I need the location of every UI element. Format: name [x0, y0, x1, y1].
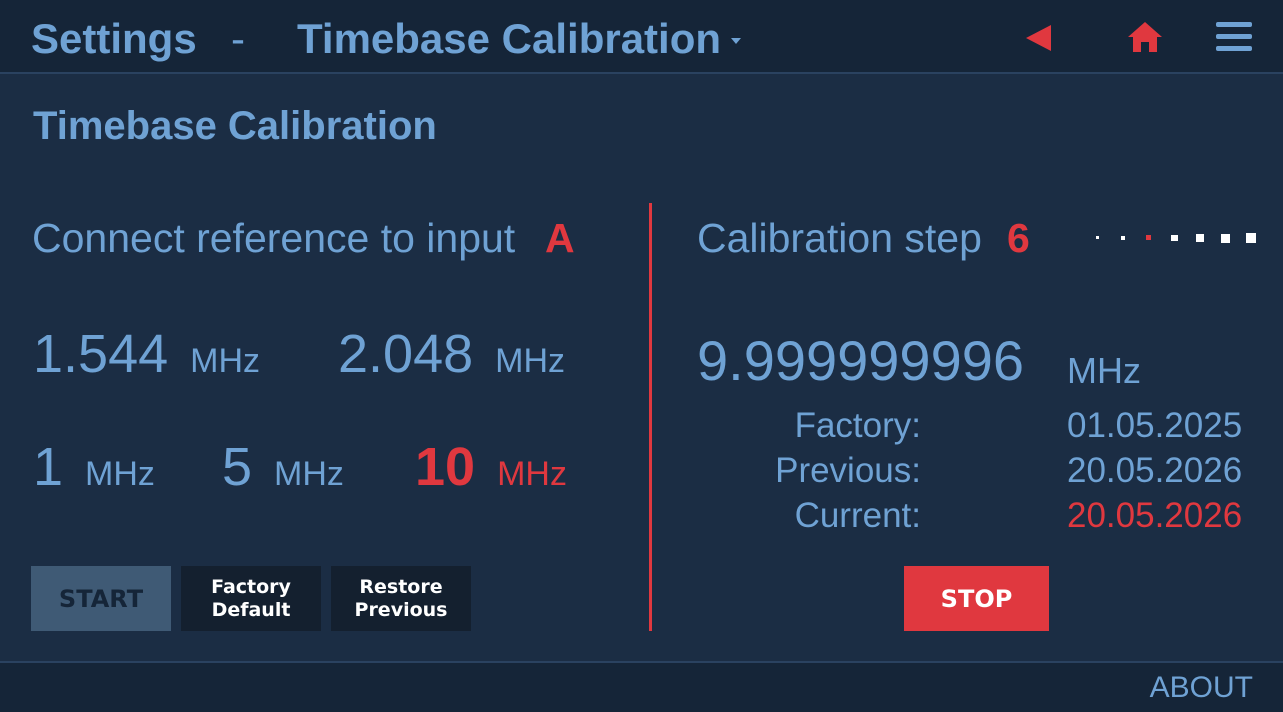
frequency-value: 1.544	[33, 324, 169, 384]
factory-default-label: Factory Default	[211, 575, 291, 621]
previous-date-label: Previous:	[775, 451, 921, 490]
factory-date-value: 01.05.2025	[1067, 406, 1243, 445]
calibration-step-label: Calibration step	[697, 215, 982, 261]
restore-previous-button[interactable]: Restore Previous	[331, 566, 471, 631]
stop-button[interactable]: STOP	[904, 566, 1049, 631]
frequency-option-5[interactable]: 5 MHz	[222, 436, 344, 498]
breadcrumb-separator: -	[231, 15, 245, 62]
page-selector[interactable]: Timebase Calibration	[297, 14, 721, 64]
back-arrow-icon[interactable]	[1026, 25, 1051, 51]
frequency-option-1-544[interactable]: 1.544 MHz	[33, 323, 260, 385]
start-button[interactable]: START	[31, 566, 171, 631]
factory-date-label: Factory:	[794, 406, 921, 445]
step-dot	[1246, 233, 1257, 244]
footer-bar: ABOUT	[0, 661, 1283, 712]
step-dot	[1121, 235, 1126, 240]
previous-date-value: 20.05.2026	[1067, 451, 1243, 490]
step-dot	[1221, 233, 1230, 243]
frequency-unit: MHz	[274, 455, 344, 493]
current-date-value: 20.05.2026	[1067, 496, 1243, 535]
frequency-value: 2.048	[338, 324, 474, 384]
calibration-step-value: 6	[1007, 215, 1030, 261]
panel-divider	[649, 203, 652, 631]
frequency-unit: MHz	[85, 455, 155, 493]
top-bar: Settings - Timebase Calibration	[0, 0, 1283, 74]
about-link[interactable]: ABOUT	[1150, 671, 1253, 705]
frequency-value: 5	[222, 437, 253, 497]
home-icon[interactable]	[1126, 20, 1164, 54]
breadcrumb-settings[interactable]: Settings	[31, 14, 197, 64]
frequency-value: 10	[415, 437, 476, 497]
frequency-unit: MHz	[190, 342, 261, 380]
frequency-unit: MHz	[497, 455, 567, 493]
measured-frequency-unit: MHz	[1067, 350, 1141, 391]
measured-frequency: 9.999999996	[697, 329, 1025, 392]
step-dot	[1171, 234, 1178, 242]
menu-icon[interactable]	[1216, 22, 1252, 52]
frequency-unit: MHz	[495, 342, 566, 380]
frequency-value: 1	[33, 437, 64, 497]
instruction-label: Connect reference to input	[32, 215, 516, 261]
frequency-option-10[interactable]: 10 MHz	[415, 436, 567, 498]
frequency-option-2-048[interactable]: 2.048 MHz	[338, 323, 565, 385]
instruction-input: A	[545, 215, 575, 261]
step-dot	[1146, 235, 1152, 241]
current-date-label: Current:	[794, 496, 921, 535]
factory-default-button[interactable]: Factory Default	[181, 566, 321, 631]
frequency-option-1[interactable]: 1 MHz	[33, 436, 155, 498]
page-title: Timebase Calibration	[33, 104, 437, 148]
step-dot	[1096, 236, 1099, 239]
restore-previous-label: Restore Previous	[354, 575, 448, 621]
start-button-label: START	[58, 584, 144, 613]
step-dot	[1196, 234, 1204, 242]
dropdown-caret-icon[interactable]	[731, 38, 741, 44]
stop-button-label: STOP	[940, 584, 1013, 613]
